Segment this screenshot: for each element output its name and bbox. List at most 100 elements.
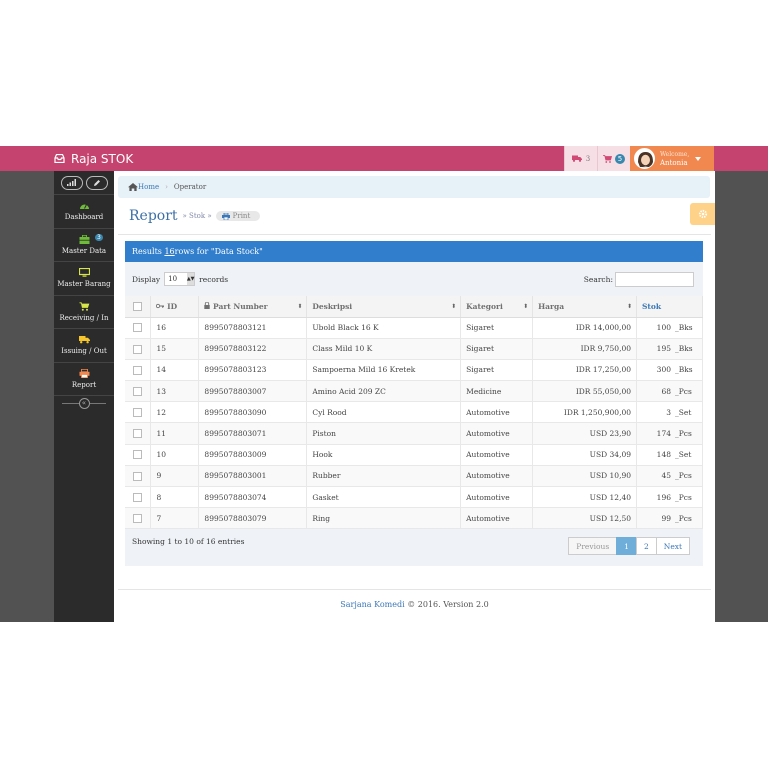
- sidebar-item-dashboard[interactable]: Dashboard: [54, 195, 114, 229]
- table-row[interactable]: 9 8995078803001 Rubber Automotive USD 10,90 4…: [125, 465, 703, 488]
- previous-page-button[interactable]: Previous: [568, 537, 618, 556]
- table-row[interactable]: 7 8995078803079 Ring Automotive USD 12,50 99 _…: [125, 507, 703, 530]
- cell-harga: IDR 14,000,00: [532, 317, 637, 339]
- select-arrow-icon: ▲▼: [187, 273, 195, 285]
- double-chevron-left-icon[interactable]: «: [78, 397, 90, 409]
- brand-name: Raja STOK: [71, 151, 134, 166]
- sidebar-item-report[interactable]: Report: [54, 363, 114, 396]
- cell-id: 16: [150, 317, 200, 339]
- table-controls: Display 10 ▲▼ records Search:: [125, 262, 703, 296]
- sidebar-item-receiving[interactable]: Receiving / In: [54, 296, 114, 329]
- sidebar-item-issuing[interactable]: Issuing / Out: [54, 329, 114, 363]
- cell-id: 13: [150, 380, 200, 403]
- page-2-button[interactable]: 2: [635, 537, 657, 556]
- row-checkbox[interactable]: [133, 514, 143, 524]
- cell-harga: USD 10,90: [532, 465, 637, 488]
- row-checkbox[interactable]: [133, 344, 143, 354]
- truck-icon: [571, 155, 582, 162]
- sidebar-item-master-data[interactable]: Master Data 3: [54, 229, 114, 262]
- stock-unit: _Pcs: [675, 492, 692, 502]
- row-checkbox[interactable]: [133, 323, 143, 333]
- table-row[interactable]: 11 8995078803071 Piston Automotive USD 23,90…: [125, 422, 703, 445]
- select-all-checkbox[interactable]: [133, 302, 143, 311]
- stock-unit: _Pcs: [675, 429, 692, 439]
- stock-table: ID Part Number ⬍ Deskripsi ⬍ Kategori ⬍ …: [125, 296, 703, 530]
- cart-notifications[interactable]: 5: [597, 146, 630, 171]
- cell-harga: IDR 1,250,900,00: [532, 401, 637, 424]
- stock-unit: _Set: [675, 407, 692, 417]
- cell-deskripsi: Hook: [306, 444, 462, 466]
- edit-shortcut-button[interactable]: [85, 175, 108, 190]
- stock-unit: _Set: [675, 450, 692, 460]
- column-header-label: Stok: [642, 301, 662, 311]
- footer-brand-link[interactable]: Sarjana Komedi: [340, 600, 404, 609]
- records-per-page-select[interactable]: 10 ▲▼: [164, 272, 196, 286]
- column-header-kategori[interactable]: Kategori ⬍: [460, 296, 534, 318]
- row-checkbox[interactable]: [133, 365, 143, 375]
- row-checkbox[interactable]: [133, 450, 143, 460]
- column-header-deskripsi[interactable]: Deskripsi ⬍: [306, 296, 462, 318]
- breadcrumb-home[interactable]: Home: [128, 183, 159, 191]
- column-header-label: ID: [167, 301, 178, 311]
- sidebar-item-master-barang[interactable]: Master Barang: [54, 262, 114, 296]
- sort-icon: ⬍: [297, 303, 303, 310]
- table-row[interactable]: 13 8995078803007 Amino Acid 209 ZC Medicine…: [125, 380, 703, 403]
- cell-id: 11: [150, 422, 200, 445]
- table-row[interactable]: 15 8995078803122 Class Mild 10 K Sigaret IDR…: [125, 338, 703, 360]
- breadcrumb-current: Operator: [173, 183, 207, 191]
- column-header-stok[interactable]: Stok: [636, 296, 703, 318]
- print-button[interactable]: Print: [215, 211, 261, 221]
- lock-icon: [204, 301, 211, 309]
- column-header-label: Deskripsi: [312, 301, 353, 311]
- cell-part-number: 8995078803007: [198, 380, 308, 403]
- table-row[interactable]: 8 8995078803074 Gasket Automotive USD 12,40 1…: [125, 486, 703, 509]
- row-select-cell: [125, 465, 152, 488]
- sidebar-item-label: Receiving / In: [59, 313, 109, 322]
- sidebar-shortcuts: [54, 171, 114, 195]
- cell-deskripsi: Piston: [306, 422, 462, 445]
- row-checkbox[interactable]: [133, 492, 143, 502]
- monitor-icon: [78, 268, 90, 277]
- cell-part-number: 8995078803001: [198, 465, 308, 488]
- search-input[interactable]: [615, 271, 694, 287]
- results-prefix: Results: [132, 247, 162, 256]
- pagination: Previous 1 2 Next: [568, 537, 690, 556]
- briefcase-icon: [79, 234, 89, 244]
- sidebar-item-label: Master Barang: [57, 280, 111, 289]
- stock-unit: _Pcs: [675, 471, 692, 481]
- column-header-part-number[interactable]: Part Number ⬍: [198, 296, 308, 318]
- table-row[interactable]: 16 8995078803121 Ubold Black 16 K Sigaret ID…: [125, 317, 703, 339]
- page-header: Report » Stok » Print: [129, 206, 261, 226]
- column-header-id[interactable]: ID: [150, 296, 200, 318]
- settings-button[interactable]: [690, 203, 715, 225]
- sort-icon: ⬍: [626, 303, 632, 310]
- brand[interactable]: Raja STOK: [54, 146, 133, 171]
- row-checkbox[interactable]: [133, 408, 143, 418]
- footer-divider: [118, 589, 711, 590]
- cell-stok: 99 _Pcs: [636, 507, 703, 530]
- user-menu[interactable]: Welcome, Antonia: [630, 146, 714, 171]
- records-per-page-value: 10: [168, 275, 178, 283]
- cell-deskripsi: Rubber: [306, 465, 462, 488]
- signal-icon: [67, 179, 76, 186]
- table-row[interactable]: 14 8995078803123 Sampoerna Mild 16 Kretek S…: [125, 359, 703, 382]
- row-checkbox[interactable]: [133, 429, 143, 439]
- cell-harga: USD 34,09: [532, 444, 637, 466]
- cell-harga: USD 12,40: [532, 486, 637, 509]
- row-checkbox[interactable]: [133, 386, 143, 396]
- column-header-harga[interactable]: Harga ⬍: [532, 296, 637, 318]
- row-checkbox[interactable]: [133, 471, 143, 481]
- breadcrumb-separator: ›: [165, 183, 168, 191]
- page-1-button[interactable]: 1: [616, 537, 637, 556]
- truck-notifications[interactable]: 3: [564, 146, 597, 171]
- key-icon: [156, 303, 165, 308]
- cell-kategori: Sigaret: [460, 359, 534, 382]
- stock-qty: 195: [656, 344, 671, 354]
- cell-stok: 300 _Bks: [636, 359, 703, 382]
- sidebar-collapse[interactable]: «: [54, 396, 114, 410]
- table-row[interactable]: 12 8995078803090 Cyl Rood Automotive IDR 1,2…: [125, 401, 703, 424]
- table-row[interactable]: 10 8995078803009 Hook Automotive USD 34,09 14…: [125, 444, 703, 466]
- next-page-button[interactable]: Next: [655, 537, 690, 556]
- stock-qty: 99: [661, 513, 671, 523]
- stats-shortcut-button[interactable]: [60, 175, 83, 190]
